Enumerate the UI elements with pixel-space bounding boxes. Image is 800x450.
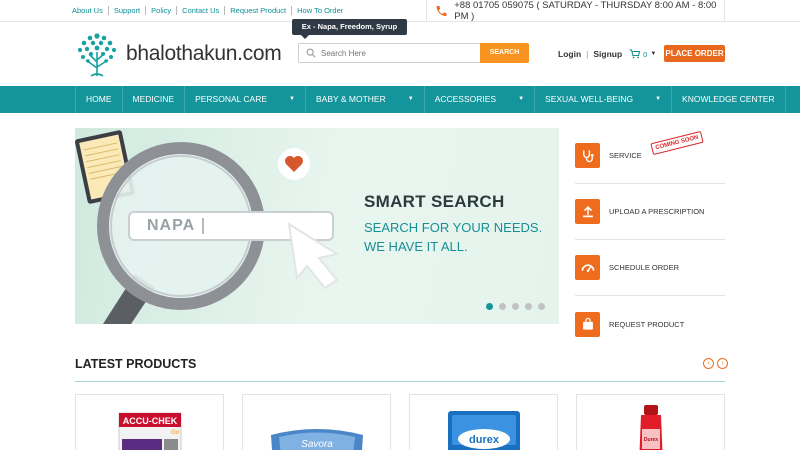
section-divider — [75, 381, 725, 382]
site-logo[interactable]: bhalothakun.com — [74, 30, 282, 78]
product-card[interactable]: ACCU-CHEK Go — [75, 394, 224, 450]
hotline-text: +88 01705 059075 ( SATURDAY - THURSDAY 8… — [454, 0, 717, 22]
service-label: SERVICE — [609, 151, 642, 160]
service-item-upload-prescription[interactable]: UPLOAD A PRESCRIPTION — [575, 184, 725, 240]
chevron-down-icon: ▼ — [655, 96, 662, 102]
policy-link[interactable]: Policy — [146, 6, 178, 15]
cart-count: 0 — [643, 49, 648, 59]
phone-icon — [436, 6, 447, 16]
banner-subtitle-line: SEARCH FOR YOUR NEEDS. — [364, 220, 543, 235]
product-image: Savora — [271, 429, 363, 450]
about-us-link[interactable]: About Us — [72, 6, 109, 15]
cart-button[interactable]: 0 ▼ — [629, 49, 656, 59]
product-image: ACCU-CHEK Go — [118, 412, 182, 450]
nav-item-label: KNOWLEDGE CENTER — [682, 94, 775, 104]
product-card[interactable]: Durex — [576, 394, 725, 450]
shopping-bag-icon — [575, 311, 600, 337]
product-brand: Savora — [301, 439, 333, 450]
services-panel: SERVICE COMING SOON UPLOAD A PRESCRIPTIO… — [575, 128, 725, 352]
nav-item-medicine[interactable]: MEDICINE — [121, 86, 185, 113]
carousel-dot[interactable] — [538, 303, 545, 310]
brand-name: bhalothakun.com — [126, 42, 282, 65]
product-brand: durex — [469, 434, 500, 446]
service-label: REQUEST PRODUCT — [609, 319, 685, 329]
stethoscope-icon — [575, 143, 600, 168]
search-bar: SEARCH — [298, 43, 529, 63]
service-label: UPLOAD A PRESCRIPTION — [609, 207, 705, 216]
nav-item-knowledge-center[interactable]: KNOWLEDGE CENTER — [671, 86, 786, 113]
chevron-right-icon[interactable]: › — [717, 358, 728, 369]
nav-item-accessories[interactable]: ACCESSORIES ▼ — [423, 86, 534, 113]
carousel-dot[interactable] — [499, 303, 506, 310]
coming-soon-badge: COMING SOON — [650, 130, 704, 156]
upload-icon — [575, 199, 600, 224]
nav-item-personal-care[interactable]: PERSONAL CARE ▼ — [184, 86, 305, 113]
product-sub: Go — [171, 430, 180, 436]
search-tooltip: Ex - Napa, Freedom, Syrup — [292, 19, 407, 39]
nav-item-baby-mother[interactable]: BABY & MOTHER ▼ — [304, 86, 424, 113]
product-image: Durex — [639, 405, 663, 450]
nav-item-label: BABY & MOTHER — [315, 94, 386, 104]
service-item-schedule-order[interactable]: SCHEDULE ORDER — [575, 240, 725, 296]
chevron-down-icon: ▼ — [407, 96, 414, 102]
request-product-link[interactable]: Request Product — [225, 6, 293, 15]
carousel-dot[interactable] — [525, 303, 532, 310]
banner-search-text: NAPA — [147, 217, 196, 234]
banner-subtitle: SEARCH FOR YOUR NEEDS. WE HAVE IT ALL. — [364, 218, 554, 256]
nav-item-label: HOME — [86, 94, 112, 104]
chevron-down-icon: ▼ — [518, 96, 525, 102]
nav-item-label: MEDICINE — [132, 94, 175, 104]
account-links: Login | Signup 0 ▼ — [558, 49, 656, 59]
signup-link[interactable]: Signup — [593, 49, 622, 59]
hotline: +88 01705 059075 ( SATURDAY - THURSDAY 8… — [426, 0, 725, 22]
gauge-icon — [575, 255, 600, 280]
product-image: durex — [448, 411, 520, 450]
search-input[interactable] — [321, 48, 481, 58]
hero-banner[interactable]: NAPA SMART SEARCH SEARCH FOR YOUR NEEDS.… — [75, 128, 559, 324]
nav-item-label: SEXUAL WELL-BEING — [545, 94, 634, 104]
carousel-dot[interactable] — [512, 303, 519, 310]
tree-logo-icon — [77, 33, 117, 77]
carousel-dot[interactable] — [486, 303, 493, 310]
section-title: LATEST PRODUCTS — [75, 357, 197, 371]
carousel-arrows: ‹ › — [700, 358, 728, 369]
cart-icon — [629, 49, 641, 59]
top-links: About Us Support Policy Contact Us Reque… — [72, 6, 348, 15]
product-brand: Durex — [644, 437, 658, 443]
product-card[interactable]: durex — [409, 394, 558, 450]
chevron-left-icon[interactable]: ‹ — [703, 358, 714, 369]
nav-item-home[interactable]: HOME — [75, 86, 122, 113]
login-link[interactable]: Login — [558, 49, 581, 59]
search-icon — [306, 48, 316, 58]
banner-title: SMART SEARCH — [364, 192, 505, 211]
search-button[interactable]: SEARCH — [480, 43, 529, 63]
banner-subtitle-line: WE HAVE IT ALL. — [364, 239, 468, 254]
place-order-button[interactable]: PLACE ORDER — [664, 45, 725, 62]
service-label: SCHEDULE ORDER — [609, 263, 680, 272]
product-card[interactable]: Savora — [242, 394, 391, 450]
product-brand: ACCU-CHEK — [123, 416, 178, 426]
chevron-down-icon: ▼ — [650, 51, 657, 57]
nav-item-sexual-well-being[interactable]: SEXUAL WELL-BEING ▼ — [534, 86, 671, 113]
how-to-order-link[interactable]: How To Order — [292, 6, 348, 15]
contact-us-link[interactable]: Contact Us — [177, 6, 226, 15]
chevron-down-icon: ▼ — [289, 96, 295, 102]
support-link[interactable]: Support — [109, 6, 147, 15]
nav-item-label: ACCESSORIES — [434, 94, 497, 104]
carousel-dots — [486, 303, 551, 310]
service-item-service[interactable]: SERVICE COMING SOON — [575, 128, 725, 184]
nav-item-label: PERSONAL CARE — [195, 94, 268, 104]
main-nav: HOME MEDICINE PERSONAL CARE ▼ BABY & MOTH… — [0, 86, 800, 113]
divider: | — [586, 49, 589, 59]
service-item-request-product[interactable]: REQUEST PRODUCT — [575, 296, 725, 352]
